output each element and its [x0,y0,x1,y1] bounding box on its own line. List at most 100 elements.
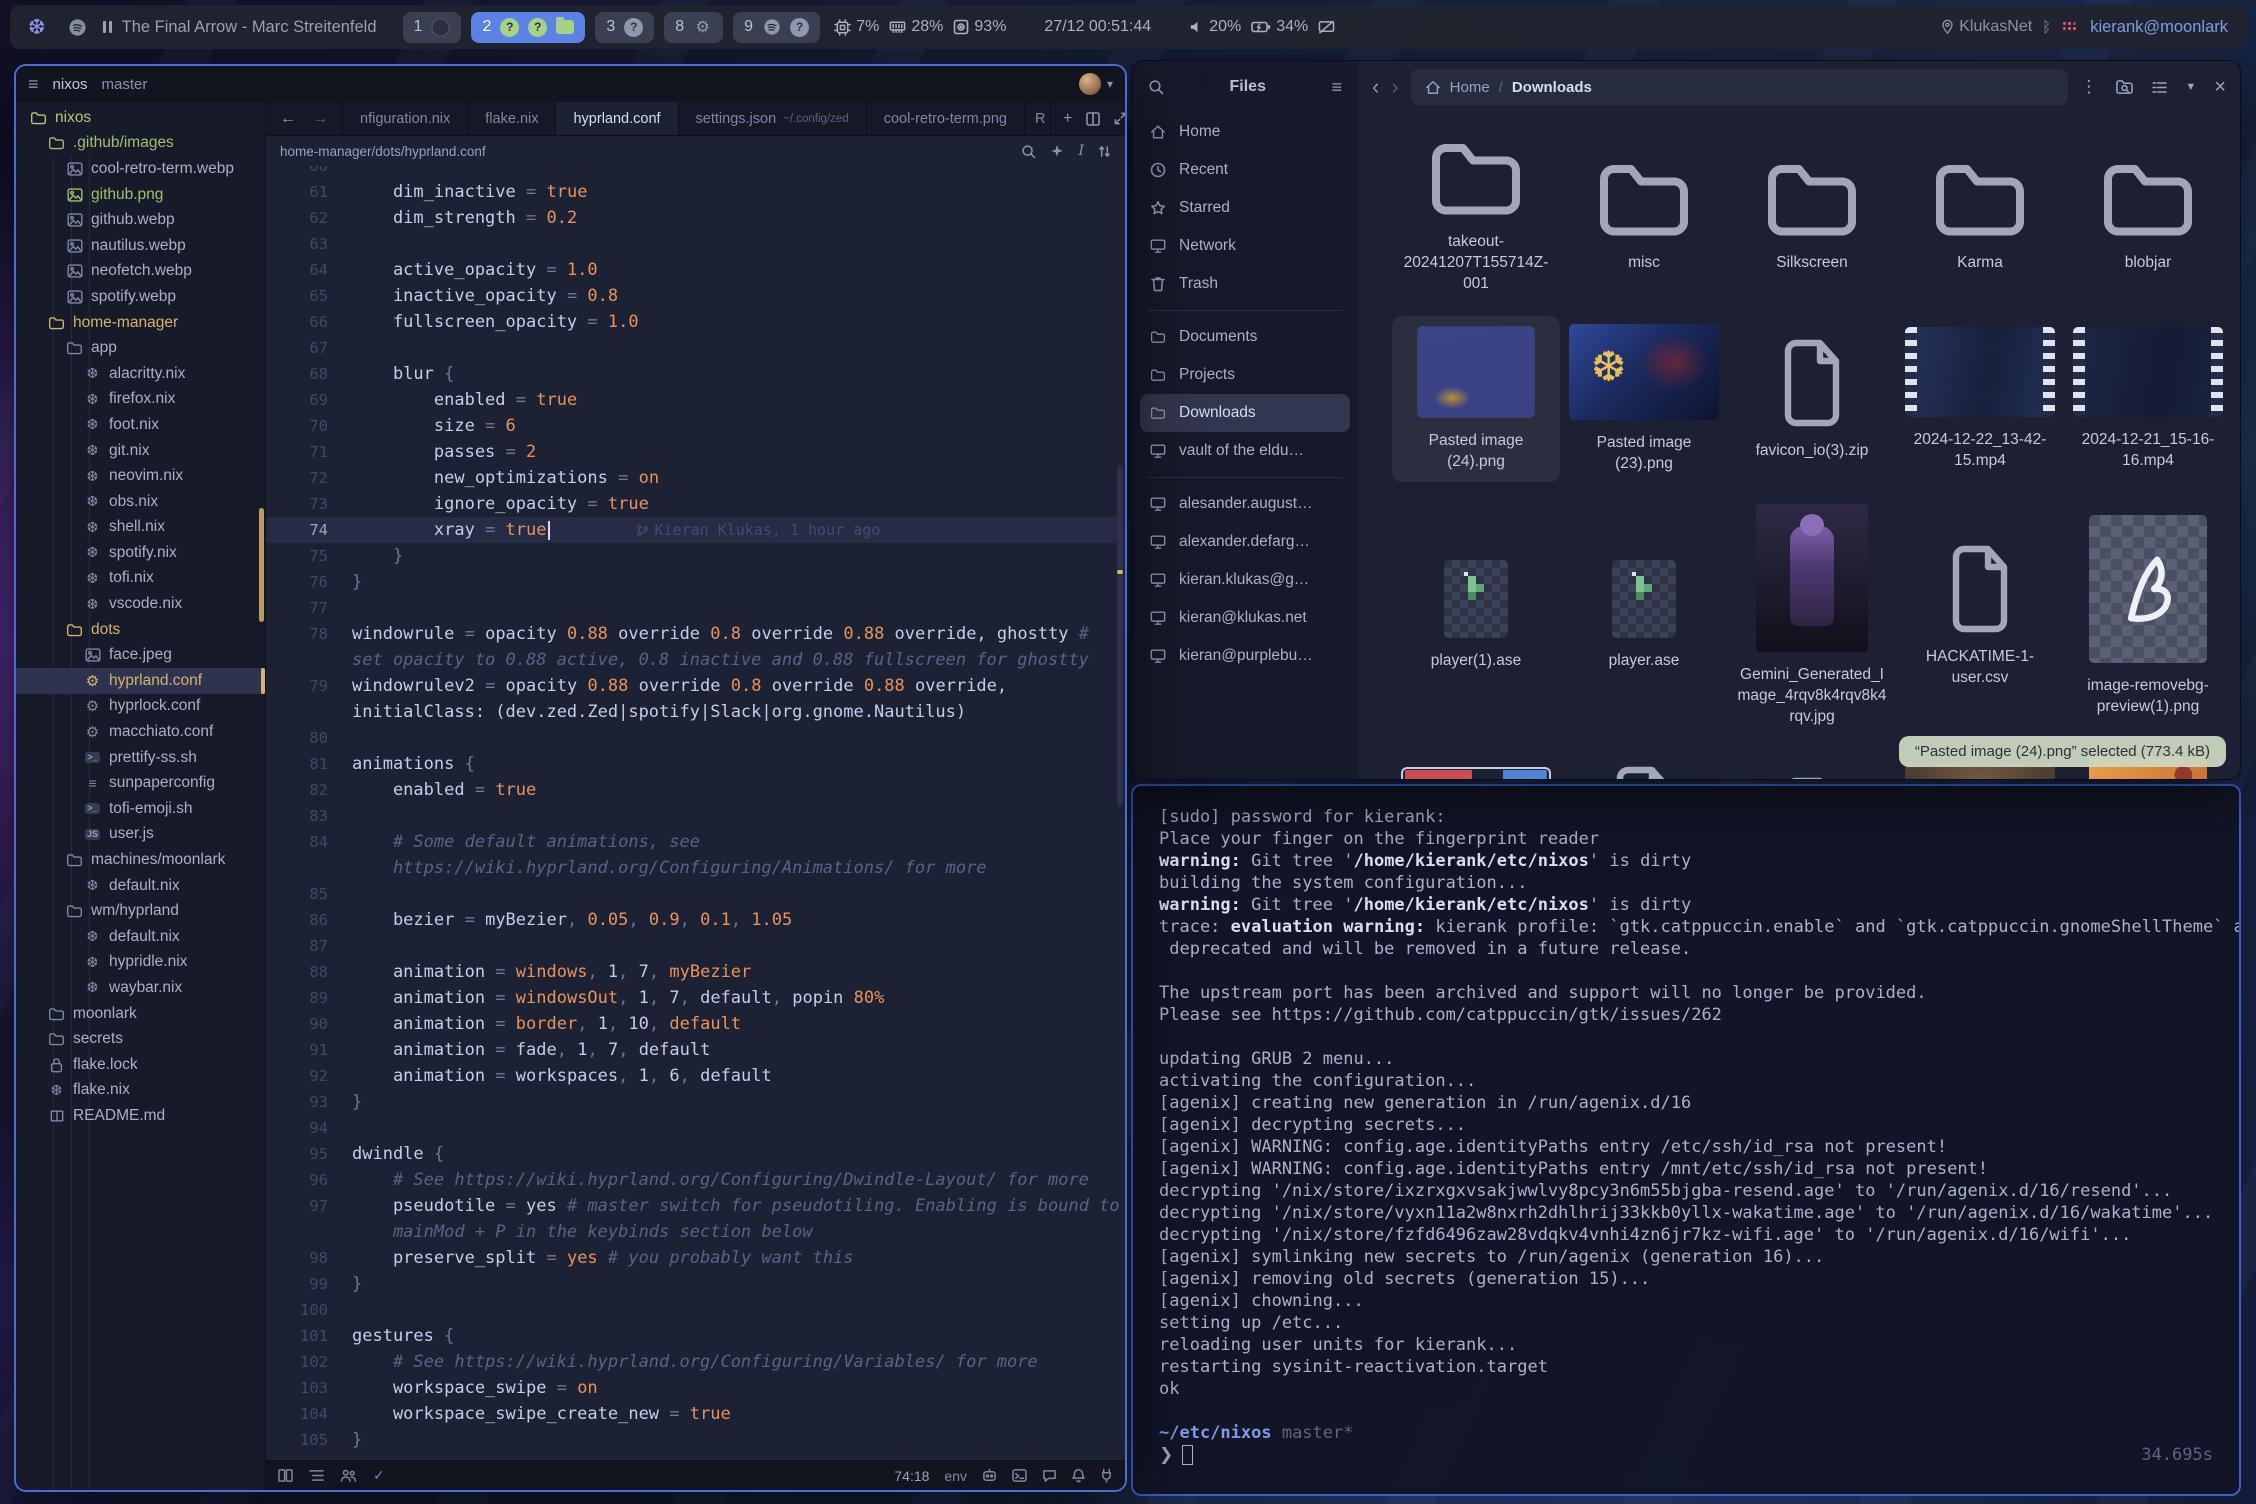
tree-item-vscode-nix[interactable]: ❆vscode.nix [16,591,265,617]
code-line[interactable]: 92animation = workspaces, 1, 6, default [266,1063,1117,1089]
tree-item-wm-hyprland[interactable]: wm/hyprland [16,898,265,924]
tree-item-spotify-webp[interactable]: spotify.webp [16,284,265,310]
tree-item-nixos[interactable]: nixos [16,105,265,131]
tree-item-obs-nix[interactable]: ❆obs.nix [16,489,265,515]
code-line[interactable]: 71passes = 2 [266,439,1117,465]
keyboard-layout-icon[interactable] [2063,22,2078,32]
code-line[interactable]: 103workspace_swipe = on [266,1375,1117,1401]
project-name[interactable]: nixos [53,76,88,93]
tree-item-flake-nix[interactable]: ❆flake.nix [16,1078,265,1104]
tree-item-readme-md[interactable]: README.md [16,1103,265,1129]
search-icon[interactable] [1021,144,1036,159]
code-line[interactable]: initialClass: (dev.zed.Zed|spotify|Slack… [266,699,1117,725]
code-line[interactable]: 85 [266,881,1117,907]
code-line[interactable]: 70size = 6 [266,413,1117,439]
sidebar-item-recent[interactable]: Recent [1140,151,1350,189]
code-line[interactable]: 82enabled = true [266,777,1117,803]
code-line[interactable]: 75} [266,543,1117,569]
file-item[interactable]: favicon_io(3).zip [1728,328,1896,471]
code-line[interactable]: 95dwindle { [266,1141,1117,1167]
screen-off-icon[interactable] [1318,20,1335,35]
tab-nfiguration-nix[interactable]: nfiguration.nix [343,102,468,135]
code-line[interactable]: 81animations { [266,751,1117,777]
search-icon[interactable] [1148,79,1164,95]
file-item[interactable]: Gemini_Generated_Image_4rqv8k4rqv8k4rqv.… [1728,494,1896,737]
tree-item-github-webp[interactable]: github.webp [16,207,265,233]
nav-back-icon[interactable]: ← [280,110,296,128]
tree-item-github-png[interactable]: github.png [16,182,265,208]
nixos-logo-icon[interactable]: ❆ [28,15,46,40]
tree-item-face-jpeg[interactable]: face.jpeg [16,642,265,668]
pause-icon[interactable] [103,21,112,33]
sidebar-item-home[interactable]: Home [1140,113,1350,151]
diff-panes-icon[interactable] [278,1469,293,1482]
tree-item-tofi-emoji-sh[interactable]: >_tofi-emoji.sh [16,796,265,822]
zed-titlebar[interactable]: ≡ nixos master ▾ [16,66,1125,102]
code-line[interactable]: 105} [266,1427,1117,1453]
list-view-icon[interactable] [2152,81,2167,94]
code-line[interactable]: 106 [266,1453,1117,1460]
code-line[interactable]: 99} [266,1271,1117,1297]
tree-item-neofetch-webp[interactable]: neofetch.webp [16,259,265,285]
extensions-plug-icon[interactable] [1100,1468,1113,1483]
code-line[interactable]: 61dim_inactive = true [266,179,1117,205]
file-item[interactable]: Pasted image (23).png [1560,314,1728,484]
tree-item-tofi-nix[interactable]: ❆tofi.nix [16,566,265,592]
code-line[interactable]: 67 [266,335,1117,361]
chat-icon[interactable] [1042,1469,1057,1483]
menu-icon[interactable]: ≡ [28,74,39,95]
env-label[interactable]: env [944,1468,967,1484]
file-item[interactable]: player(1).ase [1392,550,1560,681]
sidebar-item-downloads[interactable]: Downloads [1140,394,1350,432]
tree-item-spotify-nix[interactable]: ❆spotify.nix [16,540,265,566]
sidebar-item-vault-of-the-eldu-[interactable]: vault of the eldu… [1140,432,1350,470]
tree-item-neovim-nix[interactable]: ❆neovim.nix [16,463,265,489]
code-line[interactable]: 72new_optimizations = on [266,465,1117,491]
code-line[interactable]: 88animation = windows, 1, 7, myBezier [266,959,1117,985]
tree-item-git-nix[interactable]: ❆git.nix [16,438,265,464]
tree-item-cool-retro-term-webp[interactable]: cool-retro-term.webp [16,156,265,182]
file-item[interactable]: player.ase [1560,550,1728,681]
code-line[interactable]: 63 [266,231,1117,257]
code-line[interactable]: 87 [266,933,1117,959]
file-item[interactable]: ca.crt [1728,766,1896,780]
view-options-chevron[interactable]: ▼ [2185,81,2196,93]
sidebar-item-starred[interactable]: Starred [1140,189,1350,227]
tree-item--github-images[interactable]: .github/images [16,131,265,157]
workspace-pill[interactable]: 9? [733,12,820,43]
diagnostics-check[interactable]: ✓ [373,1467,385,1484]
cursor-mode-icon[interactable]: I [1078,143,1084,159]
tab-cool-retro-term-png[interactable]: cool-retro-term.png [867,102,1025,135]
tree-item-hypridle-nix[interactable]: ❆hypridle.nix [16,950,265,976]
code-line[interactable]: 65inactive_opacity = 0.8 [266,283,1117,309]
folder-search-icon[interactable] [2115,79,2134,96]
tree-item-nautilus-webp[interactable]: nautilus.webp [16,233,265,259]
back-icon[interactable]: ‹ [1372,74,1379,100]
code-line[interactable]: 98preserve_split = yes # you probably wa… [266,1245,1117,1271]
spotify-icon[interactable] [68,18,87,37]
code-line[interactable]: 68blur { [266,361,1117,387]
tree-item-foot-nix[interactable]: ❆foot.nix [16,412,265,438]
code-line[interactable]: 74xray = trueKieran Klukas, 1 hour ago [266,517,1117,543]
tab-settings-json[interactable]: settings.json~/.config/zed [679,102,867,135]
tree-item-app[interactable]: app [16,335,265,361]
code-editor[interactable]: 6061dim_inactive = true62dim_strength = … [266,166,1125,1460]
tree-item-sunpaperconfig[interactable]: ≡sunpaperconfig [16,770,265,796]
code-line[interactable]: 86bezier = myBezier, 0.05, 0.9, 0.1, 1.0… [266,907,1117,933]
tree-item-secrets[interactable]: secrets [16,1026,265,1052]
chevron-down-icon[interactable]: ▾ [1107,77,1113,91]
tree-item-firefox-nix[interactable]: ❆firefox.nix [16,387,265,413]
code-line[interactable]: 79windowrulev2 = opacity 0.88 override 0… [266,673,1117,699]
code-line[interactable]: set opacity to 0.88 active, 0.8 inactive… [266,647,1117,673]
tree-item-home-manager[interactable]: home-manager [16,310,265,336]
sidebar-account[interactable]: alesander.august… [1140,485,1350,523]
code-line[interactable]: 93} [266,1089,1117,1115]
code-line[interactable]: 78windowrule = opacity 0.88 override 0.8… [266,621,1117,647]
git-branch[interactable]: master [102,76,148,93]
inline-assist-icon[interactable] [1050,144,1064,158]
new-tab-button[interactable]: + [1063,110,1072,128]
tree-item-shell-nix[interactable]: ❆shell.nix [16,515,265,541]
code-line[interactable]: 96# See https://wiki.hyprland.org/Config… [266,1167,1117,1193]
file-item[interactable]: Silkscreen [1728,148,1896,283]
close-icon[interactable]: × [2214,76,2226,99]
